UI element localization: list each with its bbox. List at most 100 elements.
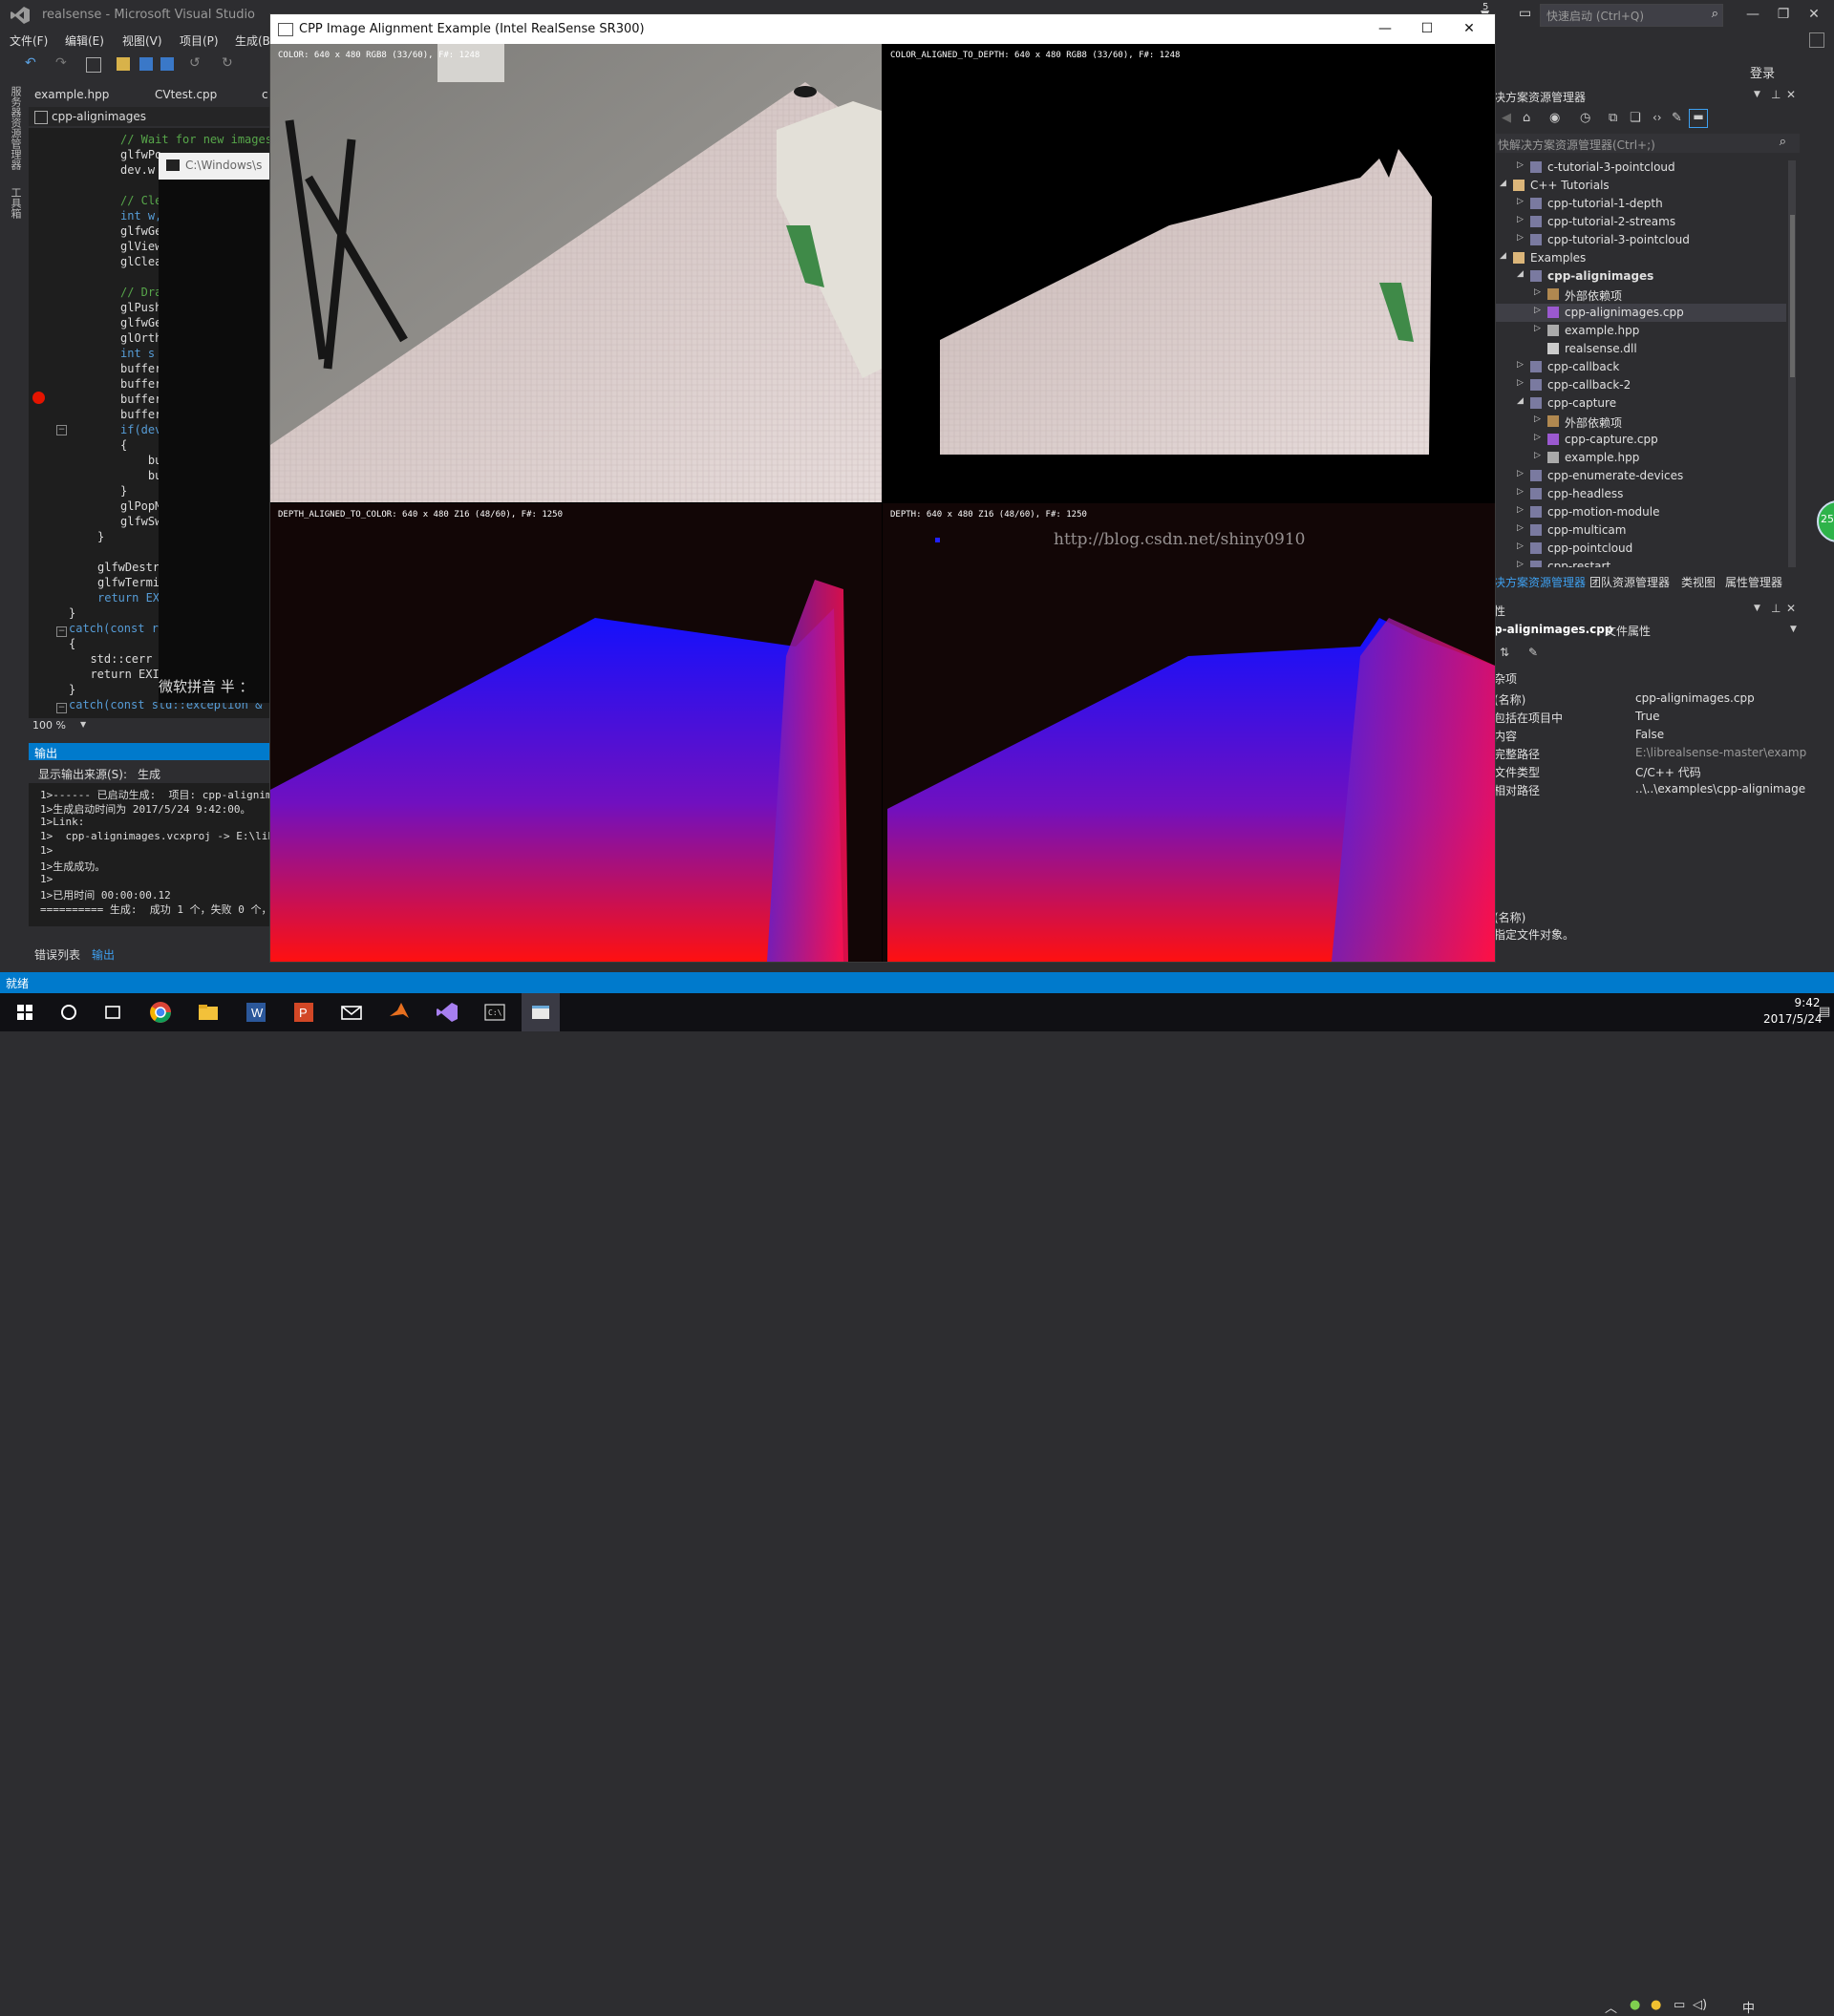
collapse-arrow-icon[interactable]: ◢ [1500, 179, 1506, 188]
tab-property-manager[interactable]: 属性管理器 [1725, 574, 1782, 590]
server-explorer-tab[interactable]: 服务器资源管理器 [8, 86, 23, 170]
realsense-taskbar-item[interactable] [522, 993, 560, 1031]
property-row[interactable]: 内容 False [1494, 726, 1800, 744]
wrench-icon[interactable]: ✎ [1528, 646, 1538, 659]
chevron-down-icon[interactable]: ▼ [1790, 625, 1797, 634]
menu-build[interactable]: 生成(B [235, 32, 270, 49]
expand-arrow-icon[interactable]: ▷ [1517, 505, 1524, 515]
output-source-select[interactable]: 生成 [138, 766, 160, 782]
tree-item[interactable]: ▷ cpp-tutorial-3-pointcloud [1494, 231, 1786, 249]
expand-arrow-icon[interactable]: ▷ [1517, 197, 1524, 206]
tree-item[interactable]: ▷ cpp-callback-2 [1494, 376, 1786, 394]
tab-solution-explorer[interactable]: 决方案资源管理器 [1494, 574, 1586, 590]
breakpoint-icon[interactable] [32, 392, 45, 404]
restore-button[interactable]: ❐ [1771, 4, 1796, 25]
expand-arrow-icon[interactable]: ▷ [1517, 215, 1524, 224]
redo-icon[interactable]: ↻ [222, 55, 235, 71]
collapse-arrow-icon[interactable]: ◢ [1517, 396, 1524, 406]
undo-icon[interactable]: ↺ [189, 55, 203, 71]
matlab-icon[interactable] [386, 999, 413, 1026]
realsense-title-bar[interactable]: CPP Image Alignment Example (Intel RealS… [270, 14, 1495, 44]
tree-item[interactable]: ▷ 外部依赖项 [1494, 286, 1786, 304]
property-value[interactable]: C/C++ 代码 [1635, 764, 1701, 780]
tree-item[interactable]: ▷ 外部依赖项 [1494, 413, 1786, 431]
back-icon[interactable]: ↶ [25, 55, 38, 71]
tab-output[interactable]: 输出 [92, 946, 115, 963]
search-icon[interactable]: ⌕ [1780, 135, 1786, 149]
chevron-down-icon[interactable]: ▼ [1754, 604, 1760, 613]
tree-item[interactable]: ▷ cpp-enumerate-devices [1494, 467, 1786, 485]
back-icon[interactable]: ◀ [1502, 111, 1511, 125]
expand-arrow-icon[interactable]: ▷ [1517, 360, 1524, 370]
preview-icon[interactable]: ▬ [1689, 109, 1708, 128]
expand-arrow-icon[interactable]: ▷ [1517, 523, 1524, 533]
expand-arrow-icon[interactable]: ▷ [1534, 324, 1541, 333]
property-row[interactable]: 完整路径 E:\librealsense-master\examp [1494, 744, 1806, 762]
minimize-button[interactable]: — [1371, 18, 1399, 39]
tab-partial[interactable]: c [262, 88, 268, 101]
tab-example-hpp[interactable]: example.hpp [34, 88, 109, 101]
account-icon[interactable] [1809, 32, 1824, 48]
wrench-icon[interactable]: ✎ [1672, 111, 1682, 125]
output-text[interactable]: 1>------ 已启动生成: 项目: cpp-alignim 1>生成启动时间为… [29, 783, 287, 926]
volume-icon[interactable]: ◁) [1693, 1998, 1707, 2012]
navigation-bar[interactable]: cpp-alignimages [29, 107, 269, 126]
tree-item[interactable]: ▷ cpp-motion-module [1494, 503, 1786, 521]
chevron-down-icon[interactable]: ▼ [1754, 90, 1760, 99]
expand-arrow-icon[interactable]: ▷ [1517, 560, 1524, 567]
tree-item[interactable]: realsense.dll [1494, 340, 1786, 358]
start-icon[interactable] [11, 999, 38, 1026]
open-file-icon[interactable] [117, 57, 130, 71]
pin-icon[interactable]: ⊥ [1771, 602, 1781, 615]
categorized-icon[interactable]: ⇅ [1500, 646, 1509, 659]
tree-item[interactable]: ▷ cpp-alignimages.cpp [1494, 304, 1786, 322]
task-view-icon[interactable] [99, 999, 126, 1026]
realsense-window[interactable]: CPP Image Alignment Example (Intel RealS… [269, 13, 1496, 963]
visual-studio-taskbar-icon[interactable] [434, 999, 460, 1026]
menu-view[interactable]: 视图(V) [122, 32, 162, 49]
console-window-tab[interactable]: C:\Windows\s [159, 153, 269, 180]
tree-item[interactable]: ▷ c-tutorial-3-pointcloud [1494, 159, 1786, 177]
maximize-button[interactable]: ☐ [1413, 18, 1441, 39]
expand-arrow-icon[interactable]: ▷ [1517, 160, 1524, 170]
tab-team-explorer[interactable]: 团队资源管理器 [1589, 574, 1670, 590]
forward-icon[interactable]: ↷ [55, 55, 69, 71]
close-icon[interactable]: ✕ [1786, 602, 1796, 615]
file-explorer-icon[interactable] [195, 999, 222, 1026]
home-icon[interactable]: ⌂ [1523, 111, 1530, 125]
expand-arrow-icon[interactable]: ▷ [1534, 306, 1541, 315]
property-row[interactable]: 相对路径 ..\..\examples\cpp-alignimage [1494, 780, 1805, 798]
expand-arrow-icon[interactable]: ▷ [1517, 233, 1524, 243]
tree-item[interactable]: ◢ C++ Tutorials [1494, 177, 1786, 195]
clock-date[interactable]: 2017/5/24 [1763, 1012, 1823, 1026]
chevron-down-icon[interactable]: ▼ [80, 720, 86, 729]
pin-icon[interactable]: ⊥ [1771, 88, 1781, 101]
tree-item[interactable]: ▷ example.hpp [1494, 322, 1786, 340]
tree-item[interactable]: ▷ cpp-callback [1494, 358, 1786, 376]
cortana-icon[interactable] [55, 999, 82, 1026]
powerpoint-icon[interactable]: P [290, 999, 317, 1026]
menu-file[interactable]: 文件(F) [10, 32, 48, 49]
fold-toggle-icon[interactable]: − [56, 703, 67, 713]
mail-icon[interactable] [338, 999, 365, 1026]
scrollbar-thumb[interactable] [1790, 215, 1795, 377]
collapse-arrow-icon[interactable]: ◢ [1517, 269, 1524, 279]
collapse-icon[interactable]: ⧉ [1609, 111, 1617, 125]
history-icon[interactable]: ◷ [1580, 111, 1590, 125]
property-row[interactable]: 文件类型 C/C++ 代码 [1494, 762, 1800, 780]
fold-toggle-icon[interactable]: − [56, 626, 67, 637]
chrome-icon[interactable] [147, 999, 174, 1026]
tree-item[interactable]: ◢ cpp-alignimages [1494, 267, 1786, 286]
tray-app-icon[interactable]: ● [1651, 1998, 1661, 2012]
tab-class-view[interactable]: 类视图 [1681, 574, 1716, 590]
expand-arrow-icon[interactable]: ▷ [1517, 378, 1524, 388]
close-button[interactable]: ✕ [1455, 18, 1483, 39]
property-row[interactable]: (名称) cpp-alignimages.cpp [1494, 690, 1800, 708]
network-icon[interactable]: ▭ [1674, 1998, 1685, 2012]
expand-arrow-icon[interactable]: ▷ [1517, 487, 1524, 497]
fold-toggle-icon[interactable]: − [56, 425, 67, 435]
tree-item[interactable]: ▷ cpp-headless [1494, 485, 1786, 503]
property-value[interactable]: E:\librealsense-master\examp [1635, 746, 1806, 759]
globe-icon[interactable]: ◉ [1549, 111, 1560, 125]
new-project-icon[interactable] [86, 57, 101, 73]
